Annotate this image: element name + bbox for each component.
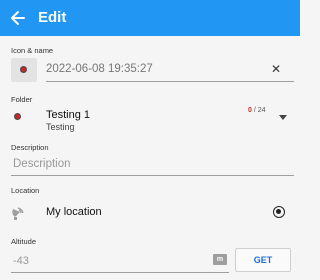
name-input-underline bbox=[46, 81, 294, 82]
altitude-label: Altitude bbox=[11, 237, 37, 246]
name-input[interactable]: 2022-06-08 19:35:27 bbox=[46, 63, 153, 75]
description-input[interactable]: Description bbox=[13, 158, 71, 170]
altitude-input[interactable]: -43 bbox=[13, 255, 29, 267]
folder-count-total: / 24 bbox=[251, 107, 266, 114]
location-radio[interactable] bbox=[273, 206, 285, 218]
page-title: Edit bbox=[38, 9, 67, 26]
folder-name[interactable]: Testing 1 bbox=[46, 109, 90, 121]
clear-icon[interactable]: ✕ bbox=[271, 62, 281, 76]
arrow-back-icon[interactable] bbox=[8, 8, 28, 28]
location-label: Location bbox=[11, 186, 40, 195]
folder-subtitle: Testing bbox=[46, 122, 75, 132]
get-altitude-button[interactable]: GET bbox=[235, 248, 291, 272]
description-label: Description bbox=[11, 143, 49, 152]
app-bar: Edit bbox=[0, 0, 300, 36]
altitude-underline bbox=[11, 272, 229, 273]
description-underline bbox=[11, 175, 294, 176]
folder-dot-icon bbox=[14, 113, 21, 120]
folder-count: 0 / 24 bbox=[248, 107, 266, 114]
location-option-my-location[interactable]: My location bbox=[46, 206, 102, 218]
icon-name-label: Icon & name bbox=[11, 46, 54, 55]
dropdown-caret-icon[interactable] bbox=[279, 115, 287, 120]
icon-picker[interactable] bbox=[11, 58, 37, 82]
altitude-unit-badge: m bbox=[213, 254, 227, 265]
waypoint-dot-icon bbox=[20, 66, 27, 73]
folder-label: Folder bbox=[11, 95, 33, 104]
gps-location-icon bbox=[12, 207, 24, 220]
